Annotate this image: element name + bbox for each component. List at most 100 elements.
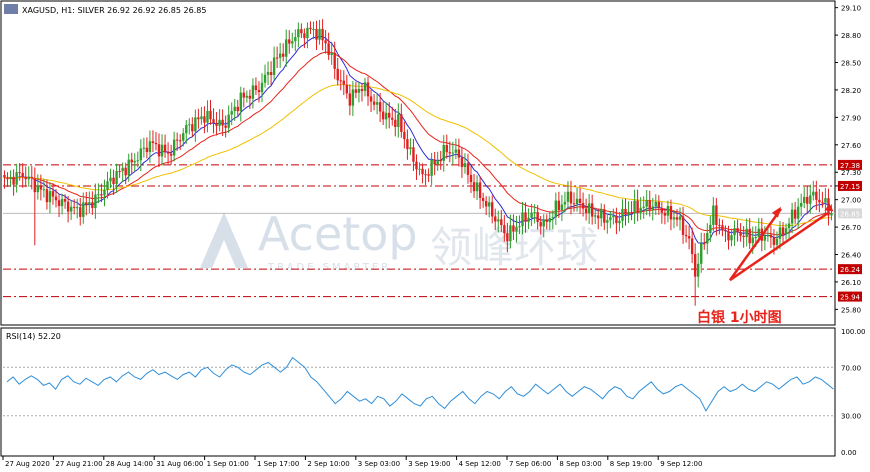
candle-body (566, 191, 570, 202)
y-tick-label: 26.10 (841, 279, 861, 287)
candle-body (454, 149, 458, 153)
candle-body (466, 163, 470, 175)
candle-body (509, 225, 512, 242)
header: XAGUSD, H1: SILVER 26.92 26.92 26.85 26.… (4, 4, 206, 15)
candle-body (491, 202, 494, 217)
candle-body (218, 119, 221, 126)
candle-body (518, 226, 521, 228)
candle-body (91, 202, 94, 208)
candle-body (542, 219, 545, 227)
candle-body (778, 227, 782, 239)
candle-body (230, 111, 233, 115)
candle-body (24, 176, 27, 180)
candle-body (678, 216, 682, 220)
candle-body (391, 117, 394, 120)
candle-body (572, 203, 576, 205)
candle-body (784, 228, 788, 235)
candle-body (475, 182, 479, 192)
candle-body (157, 144, 161, 157)
candle-body (415, 161, 418, 170)
candle-body (242, 92, 246, 98)
candle-body (215, 122, 218, 126)
candle-body (790, 209, 794, 224)
candle-body (103, 189, 106, 196)
candle-body (363, 82, 367, 91)
candle-body (642, 206, 645, 208)
candle-body (285, 39, 288, 57)
candle-body (109, 177, 112, 182)
candle-body (812, 191, 815, 196)
y-tick-label: 27.60 (841, 142, 861, 150)
chart-annotation: 白银 1小时图 (697, 309, 782, 326)
candle-body (418, 168, 421, 170)
candle-body (172, 139, 176, 156)
y-tick-label: 27.30 (841, 169, 861, 177)
candle-body (372, 101, 376, 105)
candle-body (412, 147, 415, 162)
candle-body (506, 233, 509, 242)
x-tick-label: 1 Sep 17:00 (257, 460, 299, 468)
current-price-label: 26.85 (840, 210, 860, 218)
candle-body (690, 238, 694, 255)
candle-body (536, 212, 539, 223)
candle-body (615, 215, 618, 224)
x-tick-label: 27 Aug 2020 (5, 460, 50, 468)
candle-body (627, 211, 630, 215)
candle-body (427, 174, 430, 176)
candle-body (654, 201, 657, 207)
candle-body (693, 254, 697, 277)
candle-body (724, 230, 727, 232)
candle-body (182, 133, 185, 141)
candle-body (603, 209, 606, 223)
candle-body (394, 119, 397, 127)
candle-body (115, 170, 118, 185)
y-tick-label: 26.70 (841, 224, 861, 232)
candle-body (809, 195, 812, 204)
candle-body (703, 243, 706, 245)
candle-body (660, 207, 664, 213)
candle-body (21, 172, 24, 177)
candle-body (706, 232, 709, 244)
candle-body (687, 236, 691, 239)
candle-body (745, 228, 748, 238)
candle-body (82, 202, 85, 217)
candle-body (436, 160, 439, 165)
candle-body (424, 174, 427, 176)
candle-body (497, 219, 500, 222)
candle-body (209, 110, 212, 120)
time-axis: 27 Aug 2020 27 Aug 21:00 28 Aug 14:00 31 Au… (2, 456, 702, 468)
candle-body (803, 196, 806, 203)
chart-canvas[interactable]: Acetop 领峰环球 TRADE SMARTER XAGUSD, H1: SI… (0, 0, 870, 472)
candle-body (142, 147, 146, 149)
candle-body (590, 203, 594, 217)
candle-body (533, 212, 536, 214)
candle-body (124, 167, 127, 176)
candle-body (754, 237, 757, 239)
candle-body (512, 225, 515, 232)
candle-body (397, 114, 400, 127)
x-tick-label: 3 Sep 19:00 (408, 460, 450, 468)
candle-body (106, 181, 109, 190)
candle-body (709, 224, 712, 233)
candle-body (609, 217, 612, 221)
candle-body (206, 110, 209, 123)
candle-body (727, 231, 730, 241)
candle-body (560, 204, 564, 210)
candle-body (45, 189, 49, 203)
rsi-tick-label: 100.00 (841, 328, 866, 336)
candle-body (645, 199, 648, 207)
candle-body (587, 203, 591, 213)
x-tick-label: 2 Sep 10:00 (307, 460, 349, 468)
candle-body (569, 191, 573, 204)
candle-body (63, 199, 67, 202)
candle-body (97, 194, 100, 196)
candle-body (169, 153, 173, 156)
y-tick-label: 26.40 (841, 252, 861, 260)
chart-type-icon[interactable] (4, 4, 18, 14)
candle-body (154, 142, 158, 145)
candle-body (445, 145, 448, 153)
candle-body (357, 88, 361, 93)
candle-body (200, 116, 203, 120)
candle-body (739, 232, 742, 236)
candle-body (742, 235, 745, 238)
